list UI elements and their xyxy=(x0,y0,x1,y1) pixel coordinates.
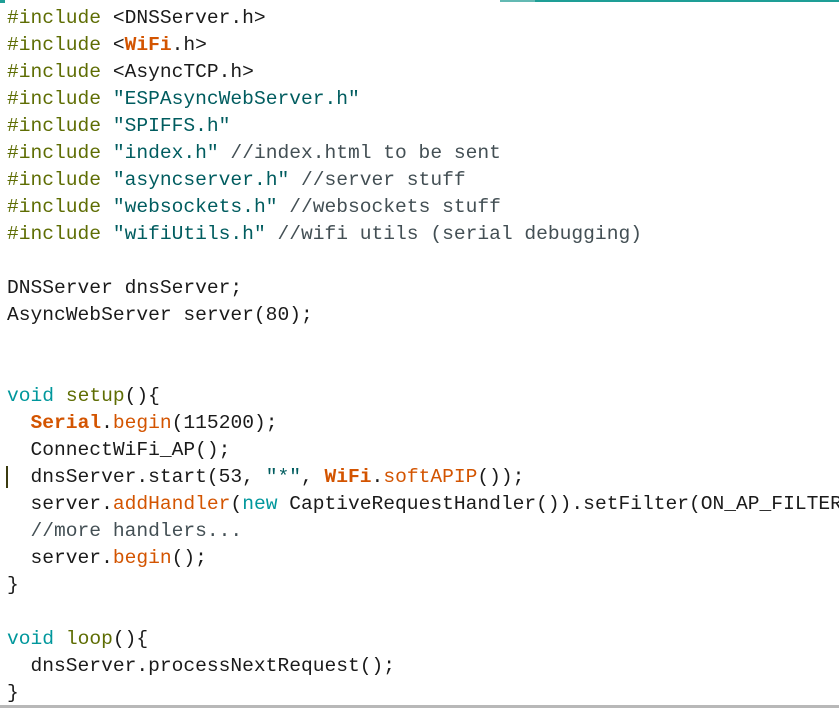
code-text: dnsServer.processNextRequest(); xyxy=(7,655,396,677)
code-text: .h> xyxy=(171,34,207,56)
editor-tab-strip xyxy=(0,0,839,3)
string-literal-token: "SPIFFS.h" xyxy=(112,115,231,137)
code-text-area[interactable]: #include <DNSServer.h> #include <WiFi.h> #… xyxy=(0,5,839,705)
builtin-method-token: begin xyxy=(112,412,172,434)
code-text: server. xyxy=(7,493,113,515)
code-text: (){ xyxy=(112,628,149,650)
preprocessor-token: #include xyxy=(7,34,102,56)
tab-accent-active xyxy=(535,0,839,2)
function-name-token: setup xyxy=(65,385,125,407)
code-line[interactable]: } xyxy=(7,572,839,599)
comment-token: //index.html to be sent xyxy=(218,142,501,164)
function-name-token: loop xyxy=(65,628,113,650)
preprocessor-token: #include xyxy=(7,7,102,29)
tab-accent-inactive xyxy=(500,0,535,2)
code-line[interactable]: server.addHandler(new CaptiveRequestHand… xyxy=(7,491,839,518)
preprocessor-token: #include xyxy=(7,169,102,191)
code-line[interactable] xyxy=(7,356,839,383)
code-line[interactable] xyxy=(7,248,839,275)
code-line[interactable]: #include "SPIFFS.h" xyxy=(7,113,839,140)
code-line[interactable]: } xyxy=(7,680,839,705)
preprocessor-token: #include xyxy=(7,142,102,164)
code-text: server. xyxy=(7,547,113,569)
comment-token: //server stuff xyxy=(289,169,466,191)
code-line[interactable]: #include "ESPAsyncWebServer.h" xyxy=(7,86,839,113)
code-text: ( xyxy=(230,493,243,515)
code-line[interactable]: #include "asyncserver.h" //server stuff xyxy=(7,167,839,194)
code-text: (){ xyxy=(124,385,160,407)
code-line[interactable]: #include "index.h" //index.html to be se… xyxy=(7,140,839,167)
builtin-class-token: WiFi xyxy=(124,34,172,56)
preprocessor-token: #include xyxy=(7,223,102,245)
string-literal-token: "*" xyxy=(265,466,301,488)
string-literal-token: "asyncserver.h" xyxy=(112,169,290,191)
builtin-method-token: begin xyxy=(112,547,172,569)
code-line[interactable]: void loop(){ xyxy=(7,626,839,653)
keyword-token: void xyxy=(7,628,55,650)
code-line[interactable]: ConnectWiFi_AP(); xyxy=(7,437,839,464)
preprocessor-token: #include xyxy=(7,88,102,110)
builtin-class-token: Serial xyxy=(30,412,102,434)
code-text: } xyxy=(7,574,19,596)
code-text: ()); xyxy=(477,466,525,488)
code-line[interactable]: #include "wifiUtils.h" //wifi utils (ser… xyxy=(7,221,839,248)
code-line[interactable]: #include <AsyncTCP.h> xyxy=(7,59,839,86)
code-text: (); xyxy=(171,547,207,569)
code-line[interactable]: server.begin(); xyxy=(7,545,839,572)
code-text: CaptiveRequestHandler()).setFilter(ON_AP… xyxy=(277,493,839,515)
string-literal-token: "websockets.h" xyxy=(112,196,278,218)
code-line[interactable]: #include "websockets.h" //websockets stu… xyxy=(7,194,839,221)
code-text: . xyxy=(101,412,113,434)
text-cursor xyxy=(6,466,8,488)
code-line[interactable]: void setup(){ xyxy=(7,383,839,410)
code-line[interactable]: DNSServer dnsServer; xyxy=(7,275,839,302)
code-text: DNSServer dnsServer; xyxy=(7,277,243,299)
code-text: ConnectWiFi_AP(); xyxy=(7,439,231,461)
code-text: < xyxy=(101,34,125,56)
comment-token: //websockets stuff xyxy=(277,196,501,218)
keyword-token: new xyxy=(242,493,278,515)
code-text: (115200); xyxy=(171,412,278,434)
code-line[interactable]: AsyncWebServer server(80); xyxy=(7,302,839,329)
string-literal-token: "index.h" xyxy=(112,142,219,164)
keyword-token: void xyxy=(7,385,55,407)
tab-accent-left xyxy=(0,0,5,3)
string-literal-token: "wifiUtils.h" xyxy=(112,223,266,245)
builtin-method-token: softAPIP xyxy=(383,466,478,488)
preprocessor-token: #include xyxy=(7,115,102,137)
code-line[interactable]: #include <DNSServer.h> xyxy=(7,5,839,32)
code-line[interactable]: //more handlers... xyxy=(7,518,839,545)
code-text: <DNSServer.h> xyxy=(101,7,266,29)
comment-token: //more handlers... xyxy=(7,520,243,542)
builtin-method-token: addHandler xyxy=(112,493,231,515)
preprocessor-token: #include xyxy=(7,61,102,83)
preprocessor-token: #include xyxy=(7,196,102,218)
string-literal-token: "ESPAsyncWebServer.h" xyxy=(112,88,360,110)
code-line[interactable]: #include <WiFi.h> xyxy=(7,32,839,59)
code-line[interactable]: Serial.begin(115200); xyxy=(7,410,839,437)
code-editor[interactable]: #include <DNSServer.h> #include <WiFi.h> #… xyxy=(0,5,839,705)
code-text: } xyxy=(7,682,19,704)
builtin-class-token: WiFi xyxy=(324,466,372,488)
code-text: AsyncWebServer server(80); xyxy=(7,304,313,326)
code-line[interactable] xyxy=(7,329,839,356)
code-text: dnsServer.start(53, xyxy=(7,466,266,488)
code-line[interactable] xyxy=(7,599,839,626)
code-line[interactable]: dnsServer.processNextRequest(); xyxy=(7,653,839,680)
code-text: , xyxy=(300,466,325,488)
code-text: <AsyncTCP.h> xyxy=(101,61,254,83)
code-text: . xyxy=(371,466,384,488)
comment-token: //wifi utils (serial debugging) xyxy=(265,223,642,245)
code-line[interactable]: dnsServer.start(53, "*", WiFi.softAPIP()… xyxy=(7,464,839,491)
